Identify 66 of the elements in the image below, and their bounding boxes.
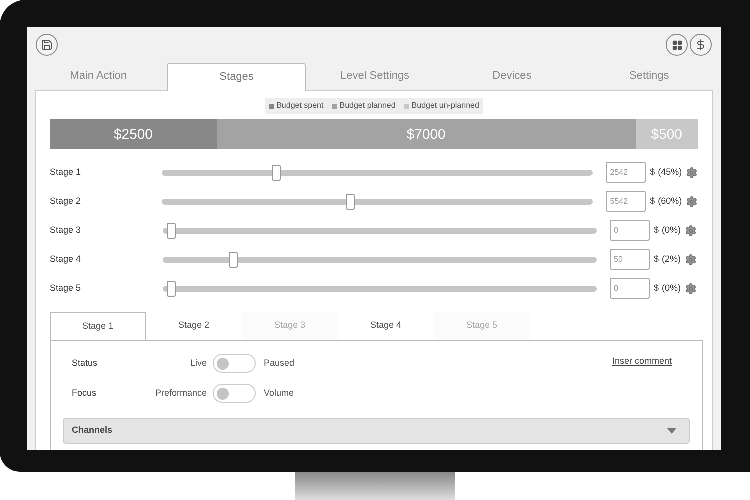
slider-handle[interactable]	[167, 222, 176, 238]
slider-handle[interactable]	[167, 280, 176, 296]
stage-label: Stage 4	[50, 252, 82, 266]
toggle-label: Focus	[71, 386, 98, 400]
tab[interactable]: Devices	[444, 62, 581, 90]
toggle-right-label: Volume	[263, 386, 294, 400]
caret-icon	[667, 428, 677, 434]
grid-icon	[672, 40, 682, 50]
settings-icon[interactable]	[685, 254, 698, 266]
legend-label: Budget un-planned	[412, 100, 480, 112]
grid-button[interactable]	[666, 34, 688, 56]
percent-label: (0%)	[662, 224, 682, 237]
dollar-icon	[695, 39, 707, 51]
channels-accordion[interactable]: Channels	[63, 418, 690, 444]
tab[interactable]: Level Settings	[306, 62, 444, 90]
amount-field[interactable]: 0	[610, 220, 650, 241]
stage-tab[interactable]: Stage 2	[146, 312, 242, 340]
percent-label: (60%)	[658, 194, 682, 208]
slider-handle[interactable]	[228, 252, 238, 268]
percent-label: (2%)	[662, 252, 682, 266]
settings-icon[interactable]	[685, 224, 698, 236]
slider-handle[interactable]	[272, 164, 281, 180]
slider[interactable]	[163, 222, 597, 238]
currency-label: $	[650, 194, 656, 208]
tab[interactable]: Stages	[167, 63, 306, 91]
slider[interactable]	[163, 280, 597, 296]
percent-label: (45%)	[658, 166, 682, 179]
amount-field[interactable]: 0	[610, 278, 650, 299]
dollar-button[interactable]	[690, 34, 712, 56]
percent-label: (0%)	[662, 282, 682, 295]
slider[interactable]	[162, 164, 594, 180]
stage-tab[interactable]: Stage 1	[50, 312, 146, 340]
budget-segment: $7000	[216, 119, 636, 149]
currency-label: $	[654, 224, 660, 237]
toggle-switch[interactable]	[213, 384, 256, 403]
toggle-right-label: Paused	[263, 356, 295, 370]
slider[interactable]	[163, 252, 597, 268]
toggle-left-label: Preformance	[154, 386, 208, 400]
stage-label: Stage 3	[50, 224, 82, 237]
currency-label: $	[654, 282, 660, 295]
save-button[interactable]	[36, 34, 58, 56]
legend-label: Budget spent	[276, 100, 324, 112]
tab[interactable]: Settings	[580, 62, 718, 90]
amount-field[interactable]: 2542	[606, 162, 646, 183]
settings-icon[interactable]	[685, 282, 698, 294]
toggle-left-label: Live	[189, 356, 208, 370]
stage-label: Stage 5	[50, 282, 82, 295]
toggle-switch[interactable]	[213, 354, 256, 373]
stage-tab[interactable]: Stage 4	[338, 312, 434, 340]
toggle-label: Status	[71, 356, 99, 370]
tab[interactable]: Main Action	[30, 62, 168, 90]
insert-comment-link[interactable]: Inser comment	[612, 355, 672, 402]
currency-label: $	[654, 252, 660, 266]
accordion-title: Channels	[72, 424, 113, 438]
currency-label: $	[650, 166, 656, 179]
amount-field[interactable]: 50	[610, 249, 650, 270]
legend-label: Budget planned	[340, 100, 396, 112]
slider[interactable]	[162, 194, 594, 210]
amount-field[interactable]: 5542	[606, 191, 646, 212]
stage-label: Stage 1	[50, 166, 82, 179]
save-icon	[41, 39, 53, 51]
slider-handle[interactable]	[346, 194, 355, 210]
stage-label: Stage 2	[50, 194, 82, 208]
settings-icon[interactable]	[686, 166, 698, 178]
settings-icon[interactable]	[686, 196, 698, 208]
budget-segment: $2500	[50, 119, 217, 149]
